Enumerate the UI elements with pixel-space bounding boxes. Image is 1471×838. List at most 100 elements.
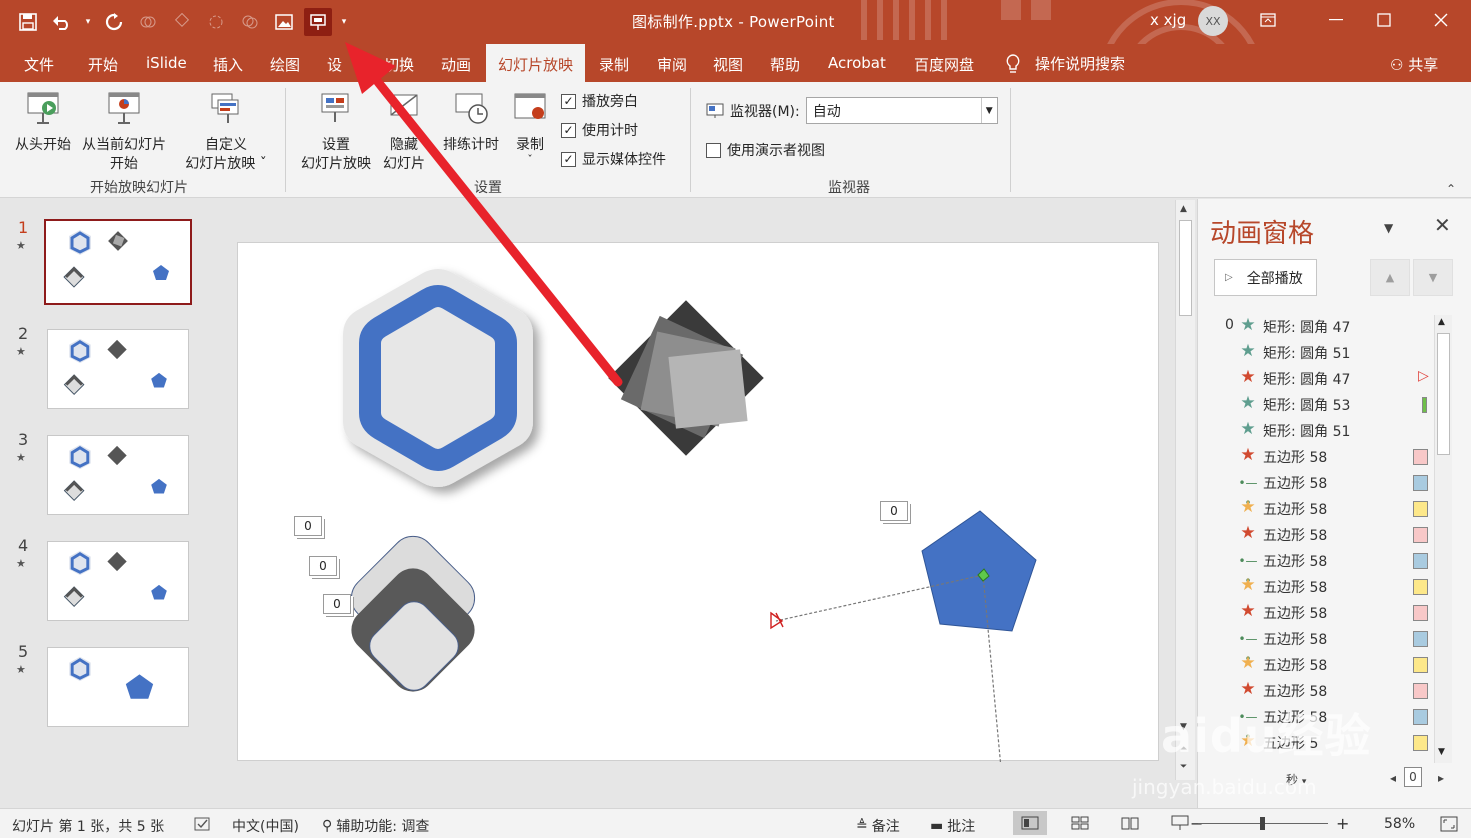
animation-item[interactable]: ★ 矩形: 圆角 53 [1198,391,1434,417]
scrollbar-thumb[interactable] [1437,333,1450,455]
shape-union-icon[interactable] [134,8,162,36]
animation-item[interactable]: 0 ★ 矩形: 圆角 47 [1198,313,1434,339]
tab-record[interactable]: 录制 [599,54,629,75]
timing-bar[interactable] [1413,631,1428,647]
tab-transitions[interactable]: 切换 [384,54,414,75]
slide-thumbnail[interactable] [47,435,189,515]
scroll-up-icon[interactable]: ▲ [1438,317,1445,327]
tab-view[interactable]: 视图 [713,54,743,75]
slideshow-from-current-icon[interactable] [304,8,332,36]
timing-bar[interactable] [1413,657,1428,673]
normal-view-icon[interactable] [1013,811,1047,835]
customize-qat-icon[interactable]: ▾ [338,8,350,36]
slide-thumbnail[interactable] [44,219,192,305]
play-narrations-checkbox[interactable]: ✓ 播放旁白 [561,91,638,111]
tab-animations[interactable]: 动画 [441,54,471,75]
tab-baidu-netdisk[interactable]: 百度网盘 [914,54,974,75]
user-name[interactable]: x xjg [1150,11,1186,29]
undo-icon[interactable] [48,8,76,36]
collapse-ribbon-icon[interactable]: ⌃ [1446,182,1456,196]
timing-bar[interactable] [1413,579,1428,595]
tab-file[interactable]: 文件 [24,54,54,75]
play-all-button[interactable]: ▷ 全部播放 [1214,259,1317,296]
presenter-view-checkbox[interactable]: 使用演示者视图 [706,140,825,160]
tab-draw[interactable]: 绘图 [270,54,300,75]
undo-dropdown-icon[interactable]: ▾ [82,8,94,36]
tab-insert[interactable]: 插入 [213,54,243,75]
animation-tag[interactable]: 0 [323,594,351,614]
animation-item[interactable]: ★ 矩形: 圆角 51 [1198,339,1434,365]
slide-sorter-view-icon[interactable] [1063,811,1097,835]
animation-item[interactable]: ★ 五边形 58 [1198,599,1434,625]
timing-bar[interactable] [1413,553,1428,569]
pentagon-shape[interactable] [921,510,1037,632]
from-beginning-button[interactable]: 从头开始 [12,90,74,155]
pane-options-icon[interactable]: ▼ [1384,221,1393,235]
timing-bar[interactable] [1413,449,1428,465]
rehearse-timings-button[interactable]: 排练计时 [438,90,504,155]
show-media-controls-checkbox[interactable]: ✓ 显示媒体控件 [561,149,666,169]
zoom-slider-thumb[interactable] [1260,817,1265,830]
zoom-in-icon[interactable]: + [1336,814,1349,833]
slide-scrollbar[interactable]: ▲ ▼ ⏶ ⏷ [1175,200,1195,780]
stacked-squares-shape[interactable] [608,300,764,456]
hexagon-shape[interactable] [343,269,533,487]
setup-slideshow-button[interactable]: 设置 幻灯片放映 [296,90,376,174]
scroll-down-icon[interactable]: ▼ [1438,747,1445,757]
animation-tag[interactable]: 0 [309,556,337,576]
scroll-up-icon[interactable]: ▲ [1180,204,1187,214]
animation-list-scrollbar[interactable]: ▲ ▼ [1434,315,1452,763]
timing-bar[interactable] [1413,475,1428,491]
move-down-icon[interactable]: ▼ [1413,259,1453,296]
tell-me-search[interactable]: 操作说明搜索 [1005,53,1125,74]
share-button[interactable]: ⚇ 共享 [1390,54,1438,75]
minimize-icon[interactable] [1313,0,1359,40]
move-up-icon[interactable]: ▲ [1370,259,1410,296]
animation-item[interactable]: •—• 五边形 58 [1198,547,1434,588]
save-icon[interactable] [14,8,42,36]
slide-counter[interactable]: 幻灯片 第 1 张，共 5 张 [12,816,164,836]
close-pane-icon[interactable]: ✕ [1434,213,1451,237]
chevron-down-icon[interactable]: ▼ [980,98,997,123]
scroll-left-icon[interactable]: ◂ [1390,771,1396,785]
shape-intersect-icon[interactable] [236,8,264,36]
timing-bar[interactable] [1413,683,1428,699]
from-current-slide-button[interactable]: 从当前幻灯片 开始 [78,90,170,174]
animation-item[interactable]: ★ 矩形: 圆角 51 [1198,417,1434,443]
chevron-stack-shape[interactable] [342,527,483,700]
custom-slideshow-button[interactable]: 自定义 幻灯片放映 ˇ [180,90,272,174]
shape-combine-icon[interactable] [168,8,196,36]
tab-acrobat[interactable]: Acrobat [828,54,886,72]
ribbon-display-options-icon[interactable] [1245,0,1291,40]
redo-icon[interactable] [100,8,128,36]
animation-item[interactable]: ★ 五边形 58 [1198,521,1434,547]
notes-button[interactable]: ≜ 备注 [856,816,900,836]
timing-bar[interactable] [1413,605,1428,621]
animation-tag[interactable]: 0 [294,516,322,536]
animation-item[interactable]: ★ 五边形 58 [1198,573,1434,599]
fit-to-window-icon[interactable] [1440,816,1458,832]
record-dropdown-icon[interactable]: ˇ [510,154,550,165]
shape-fragment-icon[interactable] [202,8,230,36]
accessibility-button[interactable]: ⚲ 辅助功能: 调查 [322,816,429,836]
record-button[interactable]: 录制 ˇ [510,90,550,165]
timing-bar[interactable] [1413,501,1428,517]
zoom-level[interactable]: 58% [1384,816,1415,832]
tab-home[interactable]: 开始 [88,54,118,75]
slide-thumbnail[interactable] [47,329,189,409]
tab-slideshow[interactable]: 幻灯片放映 [486,44,586,82]
tab-review[interactable]: 审阅 [657,54,687,75]
slide-canvas[interactable]: 0 0 0 0 [237,242,1159,780]
spelling-check-icon[interactable] [194,816,212,832]
maximize-icon[interactable] [1361,0,1407,40]
scroll-right-icon[interactable]: ▸ [1438,771,1444,785]
slide-thumbnail[interactable] [47,541,189,621]
timing-bar[interactable] [1413,735,1428,751]
hide-slide-button[interactable]: 隐藏 幻灯片 [382,90,426,174]
animation-item[interactable]: •—• 五边形 58 [1198,469,1434,510]
animation-item[interactable]: •—• 五边形 58 [1198,625,1434,666]
timing-bar[interactable] [1422,397,1427,413]
close-icon[interactable] [1418,0,1464,40]
timing-bar[interactable] [1413,709,1428,725]
monitor-select[interactable]: 自动 ▼ [805,97,998,124]
